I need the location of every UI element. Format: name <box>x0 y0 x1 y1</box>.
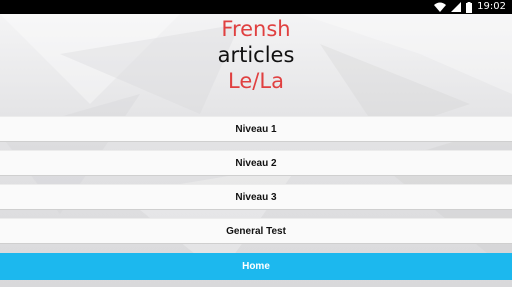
title-line-1: Frensh <box>221 17 291 41</box>
title-line-2: articles <box>217 43 295 67</box>
status-icons: 19:02 <box>434 1 506 13</box>
title-line-3: Le/La <box>228 69 284 93</box>
status-time: 19:02 <box>477 1 506 12</box>
app-title: Frensh articles Le/La <box>0 16 512 94</box>
signal-icon <box>451 2 462 12</box>
niveau-2-button[interactable]: Niveau 2 <box>0 150 512 176</box>
status-bar: 19:02 <box>0 0 512 14</box>
wifi-icon <box>434 2 447 12</box>
general-test-button[interactable]: General Test <box>0 218 512 244</box>
niveau-1-button[interactable]: Niveau 1 <box>0 116 512 142</box>
niveau-3-button[interactable]: Niveau 3 <box>0 184 512 210</box>
battery-icon <box>466 1 473 13</box>
home-button[interactable]: Home <box>0 253 512 280</box>
